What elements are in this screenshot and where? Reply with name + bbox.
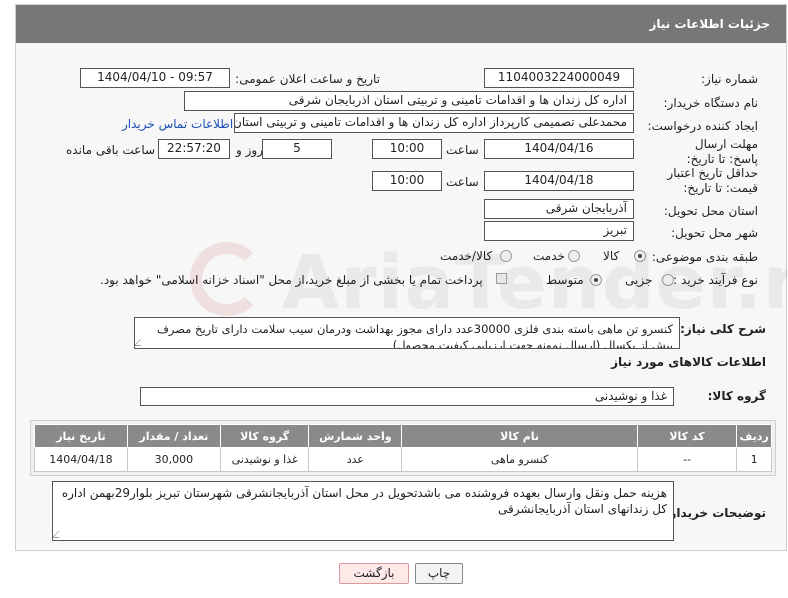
city-label: شهر محل تحویل: <box>671 226 758 240</box>
buyer-notes-label: توضیحات خریدار: <box>664 506 766 520</box>
cell-row: 1 <box>736 447 772 472</box>
col-group-header: گروه کالا <box>219 424 310 448</box>
description-text: کنسرو تن ماهی باسته بندی فلزی 30000عدد د… <box>157 322 673 349</box>
description-textarea[interactable]: کنسرو تن ماهی باسته بندی فلزی 30000عدد د… <box>134 317 680 349</box>
purchase-medium-label: متوسط <box>546 273 584 287</box>
price-time-label: ساعت <box>446 175 479 189</box>
need-number-label: شماره نیاز: <box>701 72 758 86</box>
category-goods-service-label: کالا/خدمت <box>440 249 493 263</box>
category-goods-service-radio[interactable] <box>500 250 512 262</box>
category-service-label: خدمت <box>533 249 565 263</box>
price-time-field: 10:00 <box>372 171 442 191</box>
remaining-time-field: 22:57:20 <box>158 139 230 159</box>
province-field: آذربایجان شرقی <box>484 199 634 219</box>
buyer-notes-text: هزینه حمل ونقل وارسال بعهده فروشنده می ب… <box>61 486 667 516</box>
province-label: استان محل تحویل: <box>663 204 758 218</box>
remaining-time-label: ساعت باقی مانده <box>66 143 156 157</box>
cell-qty: 30,000 <box>126 447 221 472</box>
reply-date-field: 1404/04/16 <box>484 139 634 159</box>
announce-field: 1404/04/10 - 09:57 <box>80 68 230 88</box>
announce-label: تاریخ و ساعت اعلان عمومی: <box>235 72 380 86</box>
cell-name: کنسرو ماهی <box>401 447 638 472</box>
city-field: تبریز <box>484 221 634 241</box>
category-label: طبقه بندی موضوعی: <box>651 250 758 264</box>
col-name-header: نام کالا <box>401 424 638 448</box>
panel-header: جزئیات اطلاعات نیاز <box>16 5 786 43</box>
days-field: 5 <box>262 139 332 159</box>
creator-field: محمدعلی تصمیمی کارپرداز اداره کل زندان ه… <box>234 113 634 133</box>
reply-time-label: ساعت <box>446 143 479 157</box>
description-label: شرح کلی نیاز: <box>680 322 766 336</box>
col-row-header: ردیف <box>736 424 772 448</box>
items-table: ردیف کد کالا نام کالا واحد شمارش گروه کا… <box>34 424 772 472</box>
treasury-payment-checkbox[interactable] <box>496 273 507 284</box>
days-label: روز و <box>236 143 263 157</box>
buyer-org-field: اداره کل زندان ها و اقدامات تامینی و ترب… <box>184 91 634 111</box>
purchase-minor-label: جزیی <box>625 273 653 287</box>
cell-code: -- <box>636 447 738 472</box>
goods-group-field: غذا و نوشیدنی <box>140 387 674 406</box>
resize-grip-icon[interactable] <box>135 339 148 346</box>
reply-deadline-label: مهلت ارسال پاسخ: تا تاریخ: <box>686 137 758 166</box>
print-button[interactable]: چاپ <box>415 563 463 584</box>
back-button[interactable]: بازگشت <box>339 563 409 584</box>
items-table-header: ردیف کد کالا نام کالا واحد شمارش گروه کا… <box>34 424 772 448</box>
col-code-header: کد کالا <box>636 424 738 448</box>
reply-time-field: 10:00 <box>372 139 442 159</box>
contact-buyer-link[interactable]: اطلاعات تماس خریدار <box>122 117 233 131</box>
purchase-minor-radio[interactable] <box>662 274 674 286</box>
col-date-header: تاریخ نیاز <box>34 424 128 448</box>
resize-grip-icon[interactable] <box>53 531 66 538</box>
category-service-radio[interactable] <box>568 250 580 262</box>
page: جزئیات اطلاعات نیاز AriaTender.neT شماره… <box>0 0 788 598</box>
purchase-medium-radio[interactable] <box>590 274 602 286</box>
category-goods-radio[interactable] <box>634 250 646 262</box>
buyer-notes-textarea[interactable]: هزینه حمل ونقل وارسال بعهده فروشنده می ب… <box>52 481 674 541</box>
goods-group-label: گروه کالا: <box>707 389 766 403</box>
col-qty-header: تعداد / مقدار <box>126 424 221 448</box>
purchase-type-label: نوع فرآیند خرید : <box>673 273 758 287</box>
cell-unit: عدد <box>308 447 403 472</box>
category-goods-label: کالا <box>603 249 620 263</box>
goods-info-title: اطلاعات کالاهای مورد نیاز <box>611 355 766 369</box>
creator-label: ایجاد کننده درخواست: <box>647 119 758 133</box>
col-unit-header: واحد شمارش <box>308 424 403 448</box>
need-number-field: 1104003224000049 <box>484 68 634 88</box>
buyer-org-label: نام دستگاه خریدار: <box>663 96 759 110</box>
table-row: 1 -- کنسرو ماهی عدد غذا و نوشیدنی 30,000… <box>34 447 772 472</box>
cell-group: غذا و نوشیدنی <box>219 447 310 472</box>
panel-title: جزئیات اطلاعات نیاز <box>649 17 770 31</box>
cell-date: 1404/04/18 <box>34 447 128 472</box>
price-deadline-label: حداقل تاریخ اعتبار قیمت: تا تاریخ: <box>667 166 758 195</box>
treasury-payment-note: پرداخت تمام یا بخشی از مبلغ خرید،از محل … <box>100 273 483 287</box>
price-date-field: 1404/04/18 <box>484 171 634 191</box>
